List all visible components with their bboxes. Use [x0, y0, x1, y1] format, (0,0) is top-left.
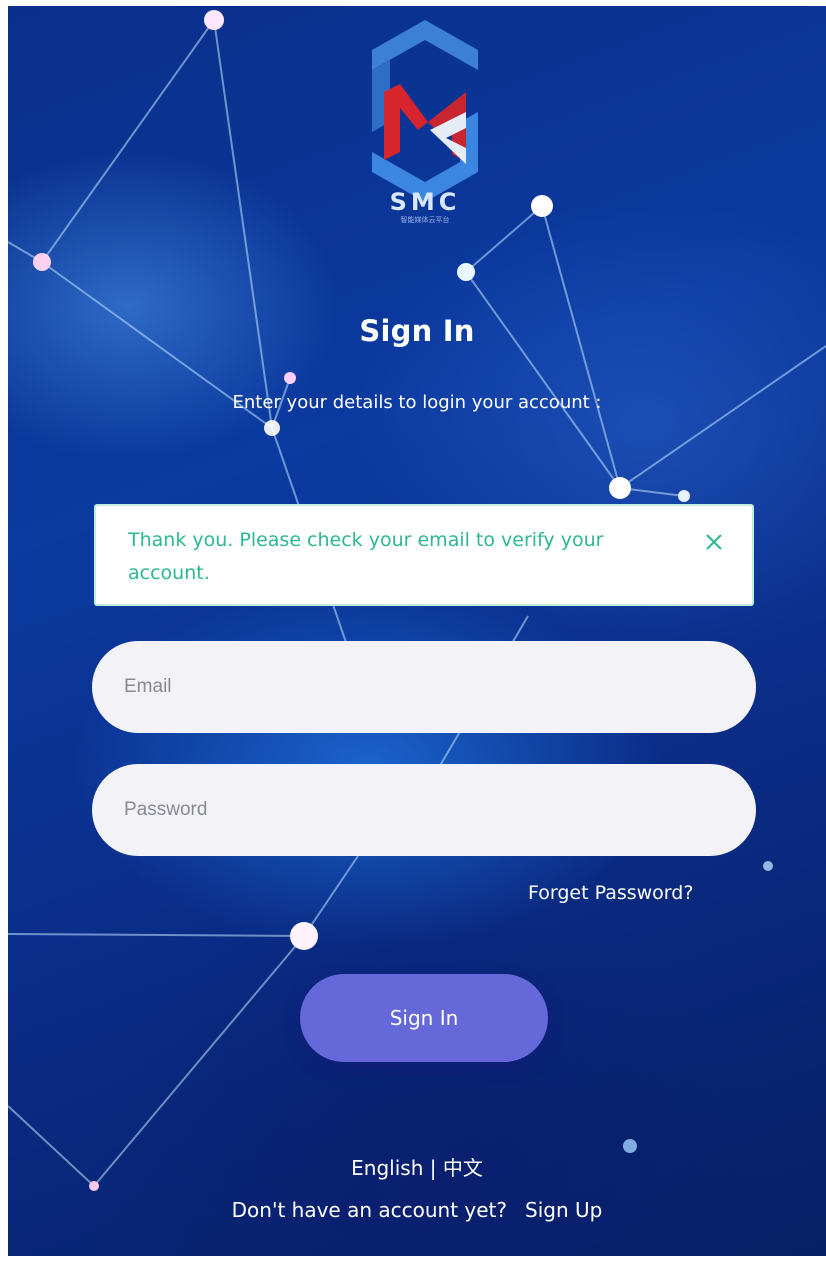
language-switcher: English | 中文	[8, 1152, 826, 1181]
language-english-link[interactable]: English	[351, 1156, 423, 1180]
language-chinese-link[interactable]: 中文	[443, 1156, 483, 1180]
language-separator: |	[429, 1156, 437, 1180]
smc-logo: SMC 智能媒体云平台	[372, 20, 478, 224]
logo-brand-text: SMC	[390, 188, 461, 216]
signup-prompt: Don't have an account yet? Sign Up	[8, 1198, 826, 1222]
page-subtitle: Enter your details to login your account…	[232, 392, 602, 413]
no-account-text: Don't have an account yet?	[231, 1198, 508, 1222]
smc-logo-mark	[372, 20, 478, 202]
email-field[interactable]	[92, 641, 756, 733]
sign-in-page: SMC 智能媒体云平台 Sign In Enter your details t…	[8, 6, 826, 1256]
verification-alert: Thank you. Please check your email to ve…	[94, 504, 754, 606]
alert-message: Thank you. Please check your email to ve…	[128, 529, 604, 584]
forgot-password-link[interactable]: Forget Password?	[528, 882, 693, 904]
password-field[interactable]	[92, 764, 756, 856]
sign-up-link[interactable]: Sign Up	[525, 1198, 602, 1222]
logo-tagline-text: 智能媒体云平台	[401, 215, 450, 224]
sign-in-button[interactable]: Sign In	[300, 974, 548, 1062]
page-title: Sign In	[359, 314, 475, 348]
close-icon[interactable]	[702, 530, 726, 554]
